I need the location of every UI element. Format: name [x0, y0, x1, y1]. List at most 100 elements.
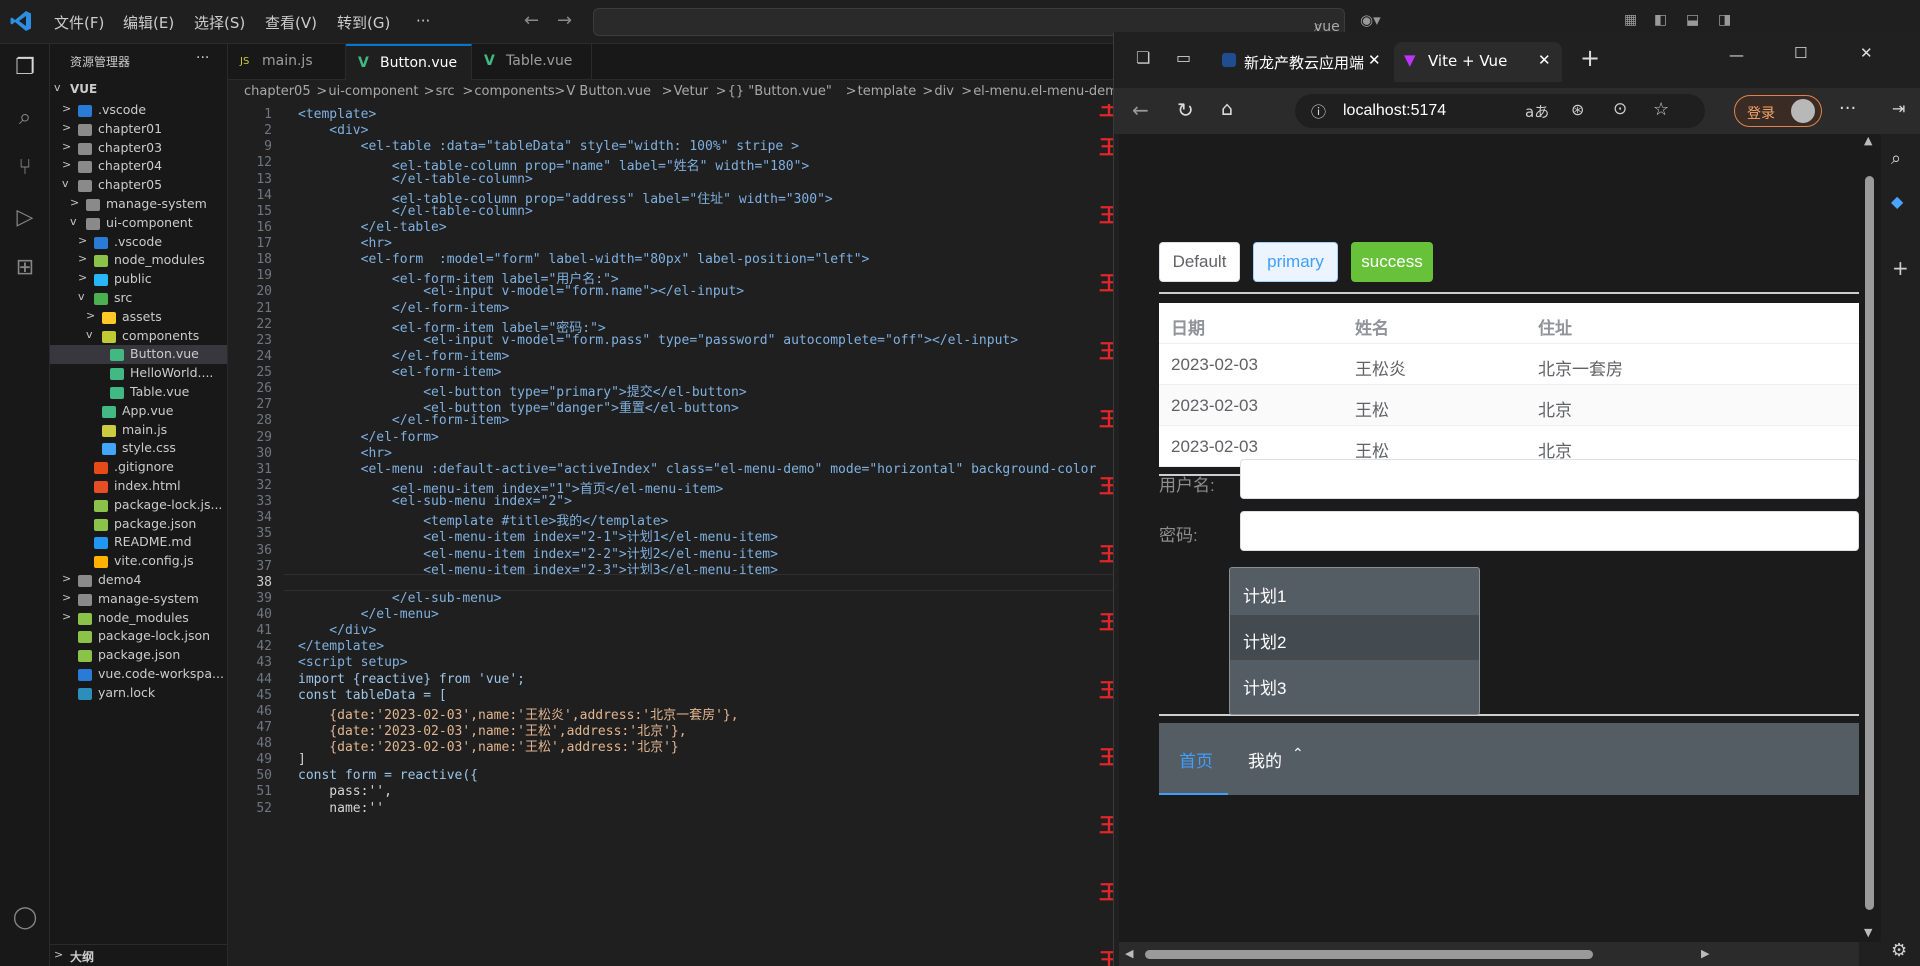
close-tab-icon[interactable]: ✕	[1368, 51, 1381, 69]
tree-item[interactable]: > chapter04	[50, 157, 227, 176]
search-icon[interactable]: ⌕	[1891, 148, 1901, 169]
tree-item[interactable]: README.md	[50, 533, 227, 552]
back-icon[interactable]: ←	[1132, 98, 1149, 122]
horizontal-scrollbar[interactable]: ◀ ▶	[1119, 942, 1859, 966]
scroll-h-thumb[interactable]	[1145, 950, 1593, 959]
reload-icon[interactable]: ↻	[1177, 98, 1194, 122]
tree-item[interactable]: > .vscode	[50, 101, 227, 120]
submenu-item-plan2[interactable]: 计划2	[1230, 615, 1479, 660]
breadcrumb-item[interactable]: Vetur	[674, 84, 709, 99]
extensions-icon[interactable]: ⊞	[11, 254, 39, 282]
tree-item[interactable]: Button.vue	[50, 345, 227, 365]
address-bar[interactable]: ⓘ localhost:5174 aあ ⊛ ⊙ ☆	[1295, 94, 1705, 128]
toggle-panel-icon[interactable]: ⬓	[1686, 12, 1699, 28]
sidebar-toggle-icon[interactable]: ⇥	[1892, 99, 1905, 118]
add-icon[interactable]: +	[1892, 256, 1909, 280]
explorer-more-icon[interactable]: ···	[196, 50, 209, 66]
read-aloud-icon[interactable]: aあ	[1525, 101, 1549, 122]
tab-main-js[interactable]: JS main.js	[228, 44, 346, 80]
menu-file[interactable]: 文件(F)	[54, 12, 104, 33]
breadcrumb-item[interactable]: src	[436, 84, 455, 99]
tree-item[interactable]: vue.code-workspa...	[50, 665, 227, 684]
root-folder[interactable]: v VUE	[50, 78, 227, 101]
menu-view[interactable]: 查看(V)	[265, 12, 317, 33]
breadcrumb-item[interactable]: template	[858, 84, 917, 99]
scroll-left-icon[interactable]: ◀	[1125, 947, 1133, 960]
toggle-sidebar-icon[interactable]: ◧	[1654, 12, 1667, 28]
tree-item[interactable]: v src	[50, 289, 227, 308]
breadcrumb-item[interactable]: ui-component	[328, 84, 418, 99]
toggle-secondary-sidebar-icon[interactable]: ◨	[1718, 12, 1731, 28]
browser-tab-vite-vue[interactable]: ▼ Vite + Vue ✕	[1394, 42, 1562, 82]
menu-go[interactable]: 转到(G)	[337, 12, 390, 33]
new-tab-button[interactable]: +	[1580, 44, 1600, 72]
breadcrumb-item[interactable]: V Button.vue	[566, 84, 651, 99]
tree-item[interactable]: package.json	[50, 515, 227, 534]
breadcrumb-item[interactable]: el-menu.el-menu-demo	[973, 84, 1113, 99]
outline-section[interactable]: > 大纲	[50, 944, 227, 966]
workspaces-icon[interactable]: ❏	[1136, 48, 1150, 67]
primary-button[interactable]: primary	[1253, 242, 1338, 282]
menu-item-mine[interactable]: 我的 ⌃	[1228, 723, 1328, 795]
tree-item[interactable]: v components	[50, 327, 227, 346]
tree-item[interactable]: Table.vue	[50, 383, 227, 402]
tree-item[interactable]: > public	[50, 270, 227, 289]
breadcrumb-item[interactable]: div	[934, 84, 954, 99]
tree-item[interactable]: > manage-system	[50, 590, 227, 609]
tree-item[interactable]: package.json	[50, 646, 227, 665]
code-editor[interactable]: 1 <template> 2 <div> 9 <el-table :data="tab…	[228, 104, 1113, 966]
menu-more[interactable]: ···	[416, 12, 430, 30]
scroll-up-icon[interactable]: ▲	[1864, 134, 1872, 147]
tree-item[interactable]: > node_modules	[50, 251, 227, 270]
source-control-icon[interactable]: ⑂	[11, 154, 39, 182]
tree-item[interactable]: style.css	[50, 439, 227, 458]
scroll-down-icon[interactable]: ▼	[1864, 926, 1872, 939]
tree-item[interactable]: vite.config.js	[50, 552, 227, 571]
browser-tab-xinlong[interactable]: 新龙产教云应用端 ✕	[1212, 42, 1392, 82]
breadcrumb-item[interactable]: {} "Button.vue"	[728, 84, 832, 99]
home-icon[interactable]: ⌂	[1221, 98, 1233, 120]
tree-item[interactable]: yarn.lock	[50, 684, 227, 703]
favorite-star-icon[interactable]: ☆	[1653, 99, 1669, 120]
tree-item[interactable]: v ui-component	[50, 214, 227, 233]
tree-item[interactable]: v chapter05	[50, 176, 227, 195]
success-button[interactable]: success	[1351, 242, 1433, 282]
tree-item[interactable]: package-lock.json	[50, 627, 227, 646]
settings-gear-icon[interactable]: ⚙	[1891, 940, 1907, 961]
tree-item[interactable]: > chapter01	[50, 120, 227, 139]
submenu-item-plan1[interactable]: 计划1	[1230, 569, 1479, 614]
tree-item[interactable]: > assets	[50, 308, 227, 327]
nav-back-icon[interactable]: ←	[524, 10, 539, 31]
copilot-icon[interactable]: ◉▾	[1360, 11, 1381, 29]
tab-actions-icon[interactable]: ▭	[1176, 48, 1191, 67]
close-window-button[interactable]: ✕	[1860, 44, 1873, 62]
shopping-tag-icon[interactable]: ◆	[1891, 192, 1903, 211]
tree-item[interactable]: > .vscode	[50, 233, 227, 252]
close-tab-icon[interactable]: ✕	[1538, 51, 1551, 69]
tree-item[interactable]: .gitignore	[50, 458, 227, 477]
minimize-button[interactable]: —	[1729, 46, 1744, 64]
tree-item[interactable]: > node_modules	[50, 609, 227, 628]
nav-forward-icon[interactable]: →	[557, 10, 572, 31]
tree-item[interactable]: > demo4	[50, 571, 227, 590]
tree-item[interactable]: > chapter03	[50, 139, 227, 158]
tree-item[interactable]: index.html	[50, 477, 227, 496]
login-button[interactable]: 登录	[1734, 95, 1822, 127]
scroll-thumb[interactable]	[1865, 176, 1874, 910]
password-input[interactable]	[1240, 511, 1859, 551]
menu-edit[interactable]: 编辑(E)	[123, 12, 174, 33]
tab-button-vue[interactable]: V Button.vue	[346, 44, 472, 80]
default-button[interactable]: Default	[1159, 242, 1240, 282]
tree-item[interactable]: package-lock.js...	[50, 496, 227, 515]
breadcrumb-item[interactable]: chapter05	[244, 84, 311, 99]
run-debug-icon[interactable]: ▷	[11, 204, 39, 232]
tab-table-vue[interactable]: V Table.vue	[472, 44, 592, 80]
scroll-right-icon[interactable]: ▶	[1701, 947, 1709, 960]
menu-selection[interactable]: 选择(S)	[194, 12, 245, 33]
browser-menu-icon[interactable]: ···	[1839, 98, 1856, 119]
submenu-item-plan3[interactable]: 计划3	[1230, 661, 1479, 706]
breadcrumb-item[interactable]: components	[474, 84, 554, 99]
menu-item-home[interactable]: 首页	[1159, 723, 1228, 795]
tree-item[interactable]: HelloWorld....	[50, 364, 227, 383]
username-input[interactable]	[1240, 459, 1859, 499]
